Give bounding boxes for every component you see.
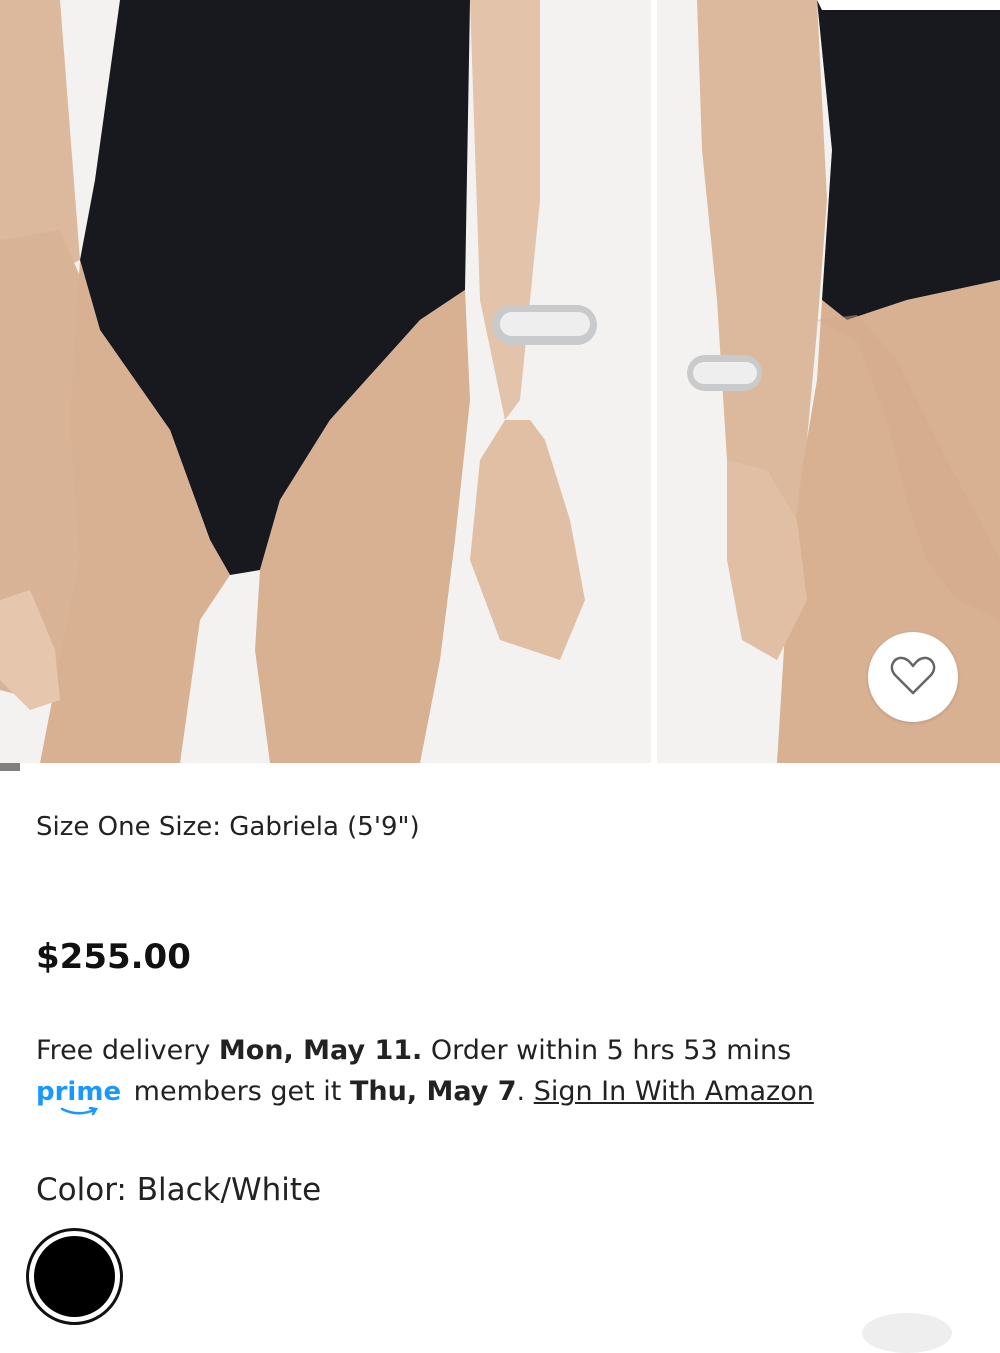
delivery-date: Mon, May 11. — [218, 1035, 423, 1066]
gallery-scroll-indicator — [0, 763, 20, 771]
prime-smile-icon — [60, 1107, 99, 1116]
color-label: Color: Black/White — [36, 1172, 322, 1208]
color-swatch-black-white[interactable] — [26, 1228, 123, 1325]
heart-outline-icon — [890, 655, 936, 700]
prime-date: Thu, May 7 — [349, 1076, 517, 1107]
prime-text-end: . — [516, 1076, 534, 1107]
delivery-prefix: Free delivery — [36, 1035, 219, 1066]
delivery-info: Free delivery Mon, May 11. Order within … — [36, 1035, 791, 1066]
model-size-info: Size One Size: Gabriela (5'9") — [36, 812, 420, 842]
front-photo-graphic — [0, 0, 651, 763]
prime-delivery-info: prime members get it Thu, May 7. Sign In… — [36, 1076, 814, 1116]
sign-in-link[interactable]: Sign In With Amazon — [534, 1076, 814, 1107]
swatch-fill — [34, 1236, 115, 1317]
favorite-button[interactable] — [868, 632, 958, 722]
prime-logo-text: prime — [36, 1077, 122, 1107]
delivery-countdown: Order within 5 hrs 53 mins — [422, 1035, 792, 1066]
product-image-gallery[interactable] — [0, 0, 1000, 763]
price: $255.00 — [36, 937, 191, 977]
prime-logo-icon: prime — [36, 1077, 122, 1116]
prime-text: members get it — [125, 1076, 350, 1107]
product-image-front[interactable] — [0, 0, 651, 763]
floating-button-partial[interactable] — [862, 1313, 952, 1353]
